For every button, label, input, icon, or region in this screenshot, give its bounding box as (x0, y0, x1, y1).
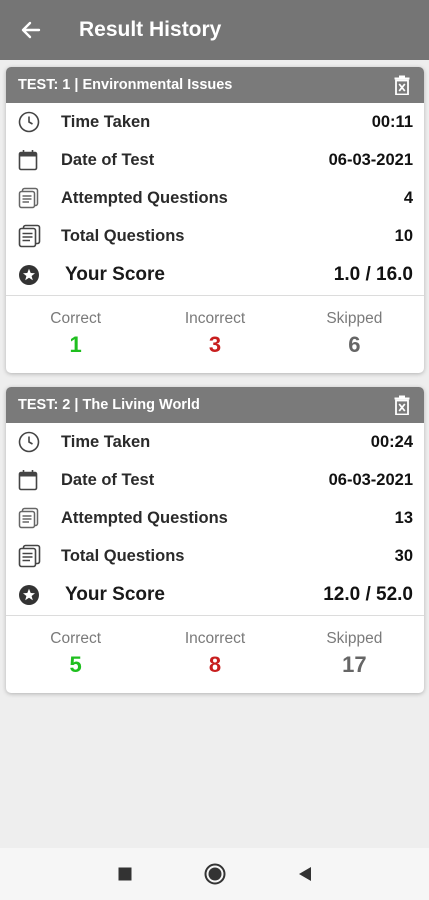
star-circle-icon (18, 583, 48, 607)
document-icon (18, 506, 48, 530)
attempted-questions-value: 13 (394, 508, 413, 527)
date-of-test-label: Date of Test (61, 470, 155, 489)
time-taken-value: 00:24 (370, 432, 413, 451)
total-questions-value: 10 (394, 226, 413, 245)
skipped-label: Skipped (326, 630, 383, 647)
incorrect-value: 3 (208, 332, 222, 357)
incorrect-stat: Incorrect 3 (145, 310, 284, 358)
skipped-stat: Skipped 17 (285, 630, 424, 678)
delete-button[interactable] (390, 73, 414, 97)
correct-label: Correct (50, 310, 102, 327)
documents-icon (18, 224, 48, 248)
incorrect-label: Incorrect (184, 310, 246, 327)
clock-icon (18, 110, 48, 134)
system-nav-bar (0, 848, 429, 900)
answer-stats: Correct 1 Incorrect 3 Skipped 6 (6, 296, 424, 372)
result-card: TEST: 1 | Environmental Issues Time Take… (6, 67, 424, 373)
back-button[interactable] (0, 0, 62, 60)
correct-label: Correct (50, 630, 102, 647)
time-taken-label: Time Taken (61, 112, 151, 131)
clock-icon (18, 430, 48, 454)
date-of-test-row: Date of Test 06-03-2021 (6, 461, 424, 499)
your-score-row: Your Score 12.0 / 52.0 (6, 575, 424, 615)
star-circle-icon (18, 263, 48, 287)
result-card-title: TEST: 2 | The Living World (18, 397, 200, 413)
attempted-questions-value: 4 (403, 188, 413, 207)
incorrect-value: 8 (208, 652, 222, 677)
total-questions-row: Total Questions 30 (6, 537, 424, 575)
incorrect-label: Incorrect (184, 630, 246, 647)
total-questions-label: Total Questions (61, 226, 185, 245)
your-score-label: Your Score (65, 584, 165, 605)
skipped-stat: Skipped 6 (285, 310, 424, 358)
time-taken-row: Time Taken 00:24 (6, 423, 424, 461)
document-icon (18, 186, 48, 210)
time-taken-label: Time Taken (61, 432, 151, 451)
calendar-icon (18, 468, 48, 492)
skipped-value: 17 (342, 652, 367, 677)
correct-stat: Correct 5 (6, 630, 145, 678)
attempted-questions-row: Attempted Questions 4 (6, 179, 424, 217)
time-taken-value: 00:11 (371, 112, 413, 131)
your-score-value: 1.0 / 16.0 (333, 264, 413, 285)
answer-stats: Correct 5 Incorrect 8 Skipped 17 (6, 616, 424, 692)
system-back-button[interactable] (260, 848, 350, 900)
your-score-label: Your Score (65, 264, 165, 285)
your-score-row: Your Score 1.0 / 16.0 (6, 255, 424, 295)
attempted-questions-label: Attempted Questions (61, 188, 228, 207)
skipped-value: 6 (348, 332, 361, 357)
date-of-test-row: Date of Test 06-03-2021 (6, 141, 424, 179)
result-card: TEST: 2 | The Living World Time Taken 00… (6, 387, 424, 693)
app-bar: Result History (0, 0, 429, 60)
incorrect-stat: Incorrect 8 (145, 630, 284, 678)
documents-icon (18, 544, 48, 568)
delete-icon (394, 395, 410, 415)
delete-button[interactable] (390, 393, 414, 417)
date-of-test-value: 06-03-2021 (328, 470, 413, 489)
time-taken-row: Time Taken 00:11 (6, 103, 424, 141)
correct-stat: Correct 1 (6, 310, 145, 358)
total-questions-value: 30 (394, 546, 413, 565)
back-triangle-icon (298, 867, 311, 881)
recents-button[interactable] (80, 848, 170, 900)
total-questions-row: Total Questions 10 (6, 217, 424, 255)
date-of-test-label: Date of Test (61, 150, 155, 169)
result-card-header: TEST: 2 | The Living World (6, 387, 424, 423)
home-circle-icon (204, 863, 225, 885)
your-score-value: 12.0 / 52.0 (323, 584, 413, 605)
arrow-left-icon (21, 21, 41, 39)
correct-value: 1 (69, 332, 82, 357)
total-questions-label: Total Questions (61, 546, 185, 565)
skipped-label: Skipped (326, 310, 383, 327)
attempted-questions-label: Attempted Questions (61, 508, 228, 527)
delete-icon (394, 75, 410, 95)
calendar-icon (18, 148, 48, 172)
page-title: Result History (79, 18, 222, 41)
result-card-header: TEST: 1 | Environmental Issues (6, 67, 424, 103)
recents-square-icon (118, 867, 131, 881)
result-card-title: TEST: 1 | Environmental Issues (18, 77, 233, 93)
home-button[interactable] (170, 848, 260, 900)
date-of-test-value: 06-03-2021 (328, 150, 413, 169)
attempted-questions-row: Attempted Questions 13 (6, 499, 424, 537)
correct-value: 5 (69, 652, 82, 677)
